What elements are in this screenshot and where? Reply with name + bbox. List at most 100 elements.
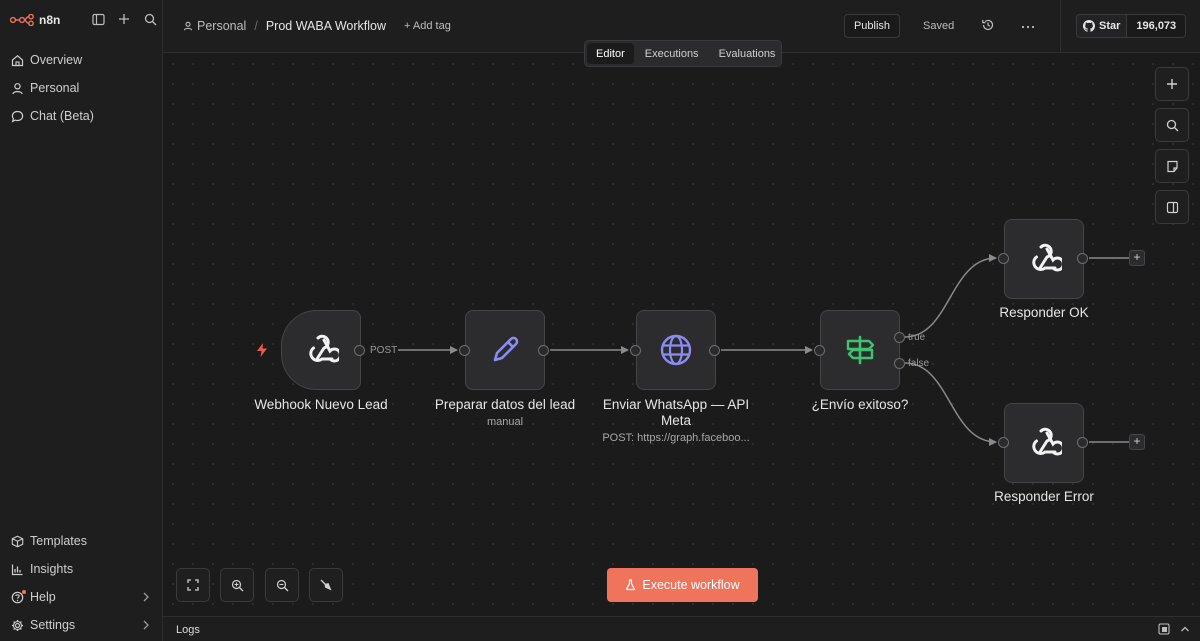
header-divider	[1060, 0, 1061, 53]
sidebar-tools	[90, 11, 158, 27]
globe-icon	[660, 334, 692, 366]
breadcrumb-owner[interactable]: Personal	[183, 19, 246, 33]
user-icon	[10, 81, 24, 95]
more-options-icon[interactable]	[1021, 18, 1037, 32]
node-label-ok: Responder OK	[999, 305, 1089, 320]
github-icon	[1083, 20, 1095, 32]
github-star: Star	[1077, 15, 1128, 37]
execute-workflow-label: Execute workflow	[642, 578, 740, 592]
tab-executions[interactable]: Executions	[636, 43, 708, 64]
input-handle-error[interactable]	[998, 437, 1009, 448]
sidebar-item-label: Settings	[30, 618, 76, 632]
input-handle-whatsapp[interactable]	[630, 345, 641, 356]
sticky-note-button[interactable]	[1155, 149, 1189, 183]
box-icon	[10, 534, 24, 548]
node-webhook-nuevo-lead[interactable]	[281, 310, 361, 390]
brand[interactable]: n8n	[10, 12, 60, 28]
app-name: n8n	[39, 13, 61, 27]
github-star-button[interactable]: Star 196,073	[1076, 14, 1187, 38]
node-label-if: ¿Envío exitoso?	[811, 397, 909, 412]
node-preparar-datos[interactable]	[465, 310, 545, 390]
sticky-note-icon	[1166, 160, 1178, 172]
output-handle-ok[interactable]	[1077, 253, 1088, 264]
zoom-in-button[interactable]	[220, 568, 254, 602]
search-icon	[1166, 119, 1178, 131]
node-enviar-whatsapp[interactable]	[636, 310, 716, 390]
sidebar-item-overview[interactable]: Overview	[0, 46, 163, 74]
node-subtitle-whatsapp: POST: https://graph.faceboo...	[602, 432, 750, 444]
webhook-icon	[1032, 243, 1062, 272]
save-status: Saved	[923, 20, 955, 32]
sidebar-nav-top: Overview Personal Chat (Beta)	[0, 46, 163, 130]
breadcrumb-separator: /	[254, 19, 258, 33]
toggle-sidebar-icon[interactable]	[90, 11, 106, 27]
toggle-panel-button[interactable]	[1155, 190, 1189, 224]
history-icon[interactable]	[981, 18, 995, 32]
user-icon	[183, 21, 193, 31]
notification-dot	[22, 590, 26, 594]
trigger-bolt-icon	[257, 343, 267, 357]
node-responder-ok[interactable]	[1004, 219, 1084, 299]
sidebar-nav-bottom: Templates Insights Help Settings	[0, 527, 163, 639]
input-handle-if[interactable]	[814, 345, 825, 356]
sidebar-item-label: Help	[30, 590, 56, 604]
fit-view-icon	[187, 579, 199, 591]
add-icon[interactable]	[116, 11, 132, 27]
tidy-up-button[interactable]	[309, 568, 343, 602]
search-nodes-button[interactable]	[1155, 108, 1189, 142]
sidebar-item-label: Chat (Beta)	[30, 109, 94, 123]
edge-label-post: POST	[370, 345, 398, 356]
sidebar-item-help[interactable]: Help	[0, 583, 163, 611]
search-icon[interactable]	[142, 11, 158, 27]
logs-panel-bar[interactable]: Logs	[163, 616, 1200, 641]
input-handle-prepare[interactable]	[459, 345, 470, 356]
workflow-title[interactable]: Prod WABA Workflow	[266, 19, 386, 33]
view-tabs: Editor Executions Evaluations	[584, 40, 782, 67]
logs-popout-icon[interactable]	[1158, 623, 1170, 635]
execute-workflow-button[interactable]: Execute workflow	[607, 568, 758, 602]
node-envio-exitoso[interactable]	[820, 310, 900, 390]
node-label-whatsapp: Enviar WhatsApp — API Meta	[602, 397, 750, 428]
sidebar-item-templates[interactable]: Templates	[0, 527, 163, 555]
edge-label-false: false	[908, 358, 930, 369]
github-star-label: Star	[1099, 20, 1121, 32]
output-handle-false[interactable]	[894, 358, 905, 369]
zoom-out-button[interactable]	[265, 568, 299, 602]
add-node-after-ok-button[interactable]: +	[1129, 250, 1145, 266]
zoom-in-icon	[231, 579, 243, 591]
sidebar: n8n Overview Personal Chat (Beta) Templa…	[0, 0, 163, 641]
sidebar-item-label: Personal	[30, 81, 80, 95]
owner-label: Personal	[197, 19, 247, 33]
webhook-icon	[1032, 427, 1062, 456]
sidebar-item-insights[interactable]: Insights	[0, 555, 163, 583]
gear-icon	[10, 618, 24, 632]
sidebar-item-label: Overview	[30, 53, 83, 67]
output-handle-error[interactable]	[1077, 437, 1088, 448]
sidebar-item-chat[interactable]: Chat (Beta)	[0, 102, 163, 130]
output-handle-prepare[interactable]	[538, 345, 549, 356]
node-label-error: Responder Error	[994, 489, 1094, 504]
chevron-up-icon[interactable]	[1179, 623, 1191, 635]
add-tag-button[interactable]: + Add tag	[404, 20, 451, 32]
tab-evaluations[interactable]: Evaluations	[710, 43, 785, 64]
fit-view-button[interactable]	[176, 568, 210, 602]
app-root: n8n Overview Personal Chat (Beta) Templa…	[0, 0, 1200, 641]
output-handle-webhook[interactable]	[354, 345, 365, 356]
sidebar-item-settings[interactable]: Settings	[0, 611, 163, 639]
node-responder-error[interactable]	[1004, 403, 1084, 483]
tab-editor[interactable]: Editor	[587, 43, 634, 64]
input-handle-ok[interactable]	[998, 253, 1009, 264]
add-node-button[interactable]	[1155, 67, 1189, 101]
sidebar-item-label: Templates	[30, 534, 87, 548]
pencil-icon	[493, 336, 519, 362]
output-handle-whatsapp[interactable]	[709, 345, 720, 356]
logs-label: Logs	[176, 624, 200, 636]
output-handle-true[interactable]	[894, 332, 905, 343]
node-label-webhook: Webhook Nuevo Lead	[254, 397, 388, 412]
publish-button[interactable]: Publish	[844, 14, 900, 38]
node-label-prepare: Preparar datos del lead	[434, 397, 576, 412]
add-node-after-error-button[interactable]: +	[1129, 434, 1145, 450]
sidebar-item-personal[interactable]: Personal	[0, 74, 163, 102]
panel-icon	[1166, 201, 1178, 213]
signpost-icon	[846, 335, 875, 365]
